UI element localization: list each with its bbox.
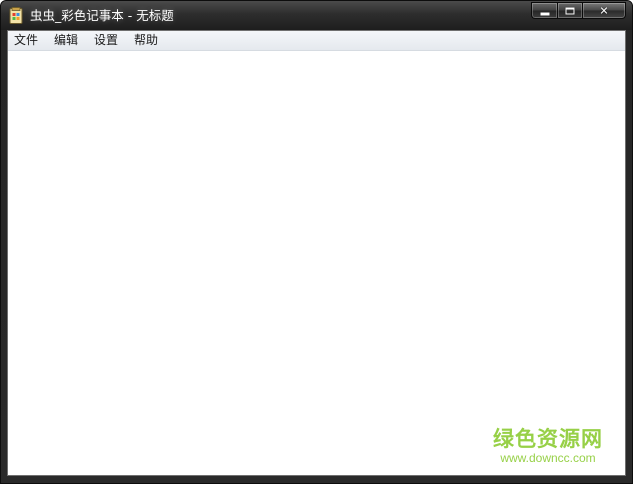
minimize-icon (540, 12, 549, 15)
maximize-button[interactable] (557, 2, 582, 19)
menu-file[interactable]: 文件 (8, 31, 44, 50)
text-editor[interactable] (8, 51, 625, 475)
close-button[interactable]: ✕ (582, 2, 626, 19)
close-icon: ✕ (599, 4, 609, 17)
menu-settings[interactable]: 设置 (88, 31, 124, 50)
menu-bar: 文件 编辑 设置 帮助 (8, 31, 625, 51)
maximize-icon (565, 7, 575, 14)
app-window: 虫虫_彩色记事本 - 无标题 ✕ 文件 编辑 设置 帮助 绿色资源网 www.d… (0, 0, 633, 484)
caption-buttons: ✕ (531, 2, 626, 20)
menu-help[interactable]: 帮助 (128, 31, 164, 50)
title-bar[interactable]: 虫虫_彩色记事本 - 无标题 ✕ (1, 1, 632, 30)
menu-edit[interactable]: 编辑 (48, 31, 84, 50)
minimize-button[interactable] (531, 2, 557, 19)
window-title: 虫虫_彩色记事本 - 无标题 (30, 8, 174, 23)
client-area: 文件 编辑 设置 帮助 绿色资源网 www.downcc.com (7, 30, 626, 476)
notepad-icon (9, 7, 23, 24)
